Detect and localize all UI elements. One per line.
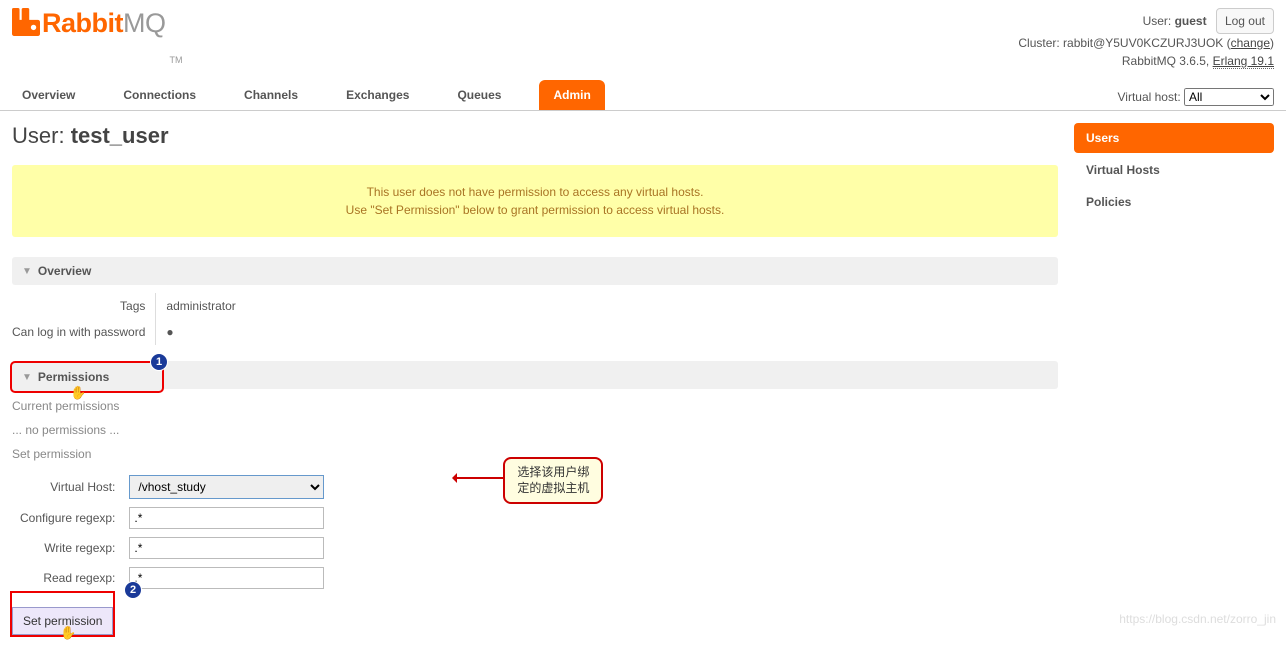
tags-label: Tags: [12, 293, 156, 319]
vhost-select[interactable]: All: [1184, 88, 1274, 106]
vhost-field-label: Virtual Host:: [12, 471, 123, 503]
login-label: Can log in with password: [12, 319, 156, 345]
tab-overview[interactable]: Overview: [12, 80, 85, 110]
change-cluster-link[interactable]: change: [1231, 36, 1270, 50]
cluster-name: rabbit@Y5UV0KCZURJ3UOK: [1063, 36, 1223, 50]
annotation-arrow: [453, 477, 503, 479]
section-overview-header[interactable]: ▼ Overview: [12, 257, 1058, 285]
section-permissions-header[interactable]: ▼ Permissions: [12, 363, 162, 391]
sidebar-item-users[interactable]: Users: [1074, 123, 1274, 153]
annotation-callout: 选择该用户绑定的虚拟主机: [503, 457, 603, 504]
annotation-badge-2: 2: [124, 581, 142, 599]
configure-input[interactable]: [129, 507, 324, 529]
tab-admin[interactable]: Admin: [539, 80, 604, 110]
page-title: User: test_user: [12, 123, 1058, 149]
current-permissions-label: Current permissions: [12, 399, 1058, 413]
login-value: ●: [156, 319, 246, 345]
cursor-icon: ✋: [70, 385, 86, 401]
tab-exchanges[interactable]: Exchanges: [336, 80, 419, 110]
chevron-down-icon: ▼: [22, 372, 32, 383]
overview-table: Tagsadministrator Can log in with passwo…: [12, 293, 246, 345]
logo-text: RabbitMQ: [42, 8, 166, 39]
vhost-field[interactable]: /vhost_study: [129, 475, 324, 499]
tab-queues[interactable]: Queues: [447, 80, 511, 110]
trademark: TM: [170, 55, 183, 65]
logo: RabbitMQ TM: [12, 8, 183, 70]
read-input[interactable]: [129, 567, 324, 589]
vhost-selector-wrap: Virtual host: All: [1118, 88, 1275, 110]
annotation-badge-1: 1: [150, 353, 168, 371]
sidebar-item-policies[interactable]: Policies: [1074, 187, 1274, 217]
write-label: Write regexp:: [12, 533, 123, 563]
tags-value: administrator: [156, 293, 246, 319]
tab-connections[interactable]: Connections: [113, 80, 206, 110]
configure-label: Configure regexp:: [12, 503, 123, 533]
watermark: https://blog.csdn.net/zorro_jin: [1119, 612, 1276, 626]
current-user: guest: [1175, 14, 1207, 28]
warning-banner: This user does not have permission to ac…: [12, 165, 1058, 237]
section-permissions-bg: [12, 361, 1058, 389]
main-tabs: Overview Connections Channels Exchanges …: [12, 80, 605, 110]
tab-channels[interactable]: Channels: [234, 80, 308, 110]
logout-button[interactable]: Log out: [1216, 8, 1274, 34]
read-label: Read regexp:: [12, 563, 123, 593]
chevron-down-icon: ▼: [22, 266, 32, 277]
sidebar-item-vhosts[interactable]: Virtual Hosts: [1074, 155, 1274, 185]
cursor-icon: ✋: [60, 625, 76, 641]
admin-sidebar: Users Virtual Hosts Policies: [1074, 123, 1274, 635]
header-info: User: guest Log out Cluster: rabbit@Y5UV…: [1018, 8, 1274, 70]
write-input[interactable]: [129, 537, 324, 559]
permission-form: Virtual Host: /vhost_study 选择该用户绑定的虚拟主机 …: [12, 471, 330, 593]
rabbitmq-icon: [12, 8, 40, 36]
erlang-version[interactable]: Erlang 19.1: [1213, 54, 1274, 69]
no-permissions-text: ... no permissions ...: [12, 423, 1058, 437]
